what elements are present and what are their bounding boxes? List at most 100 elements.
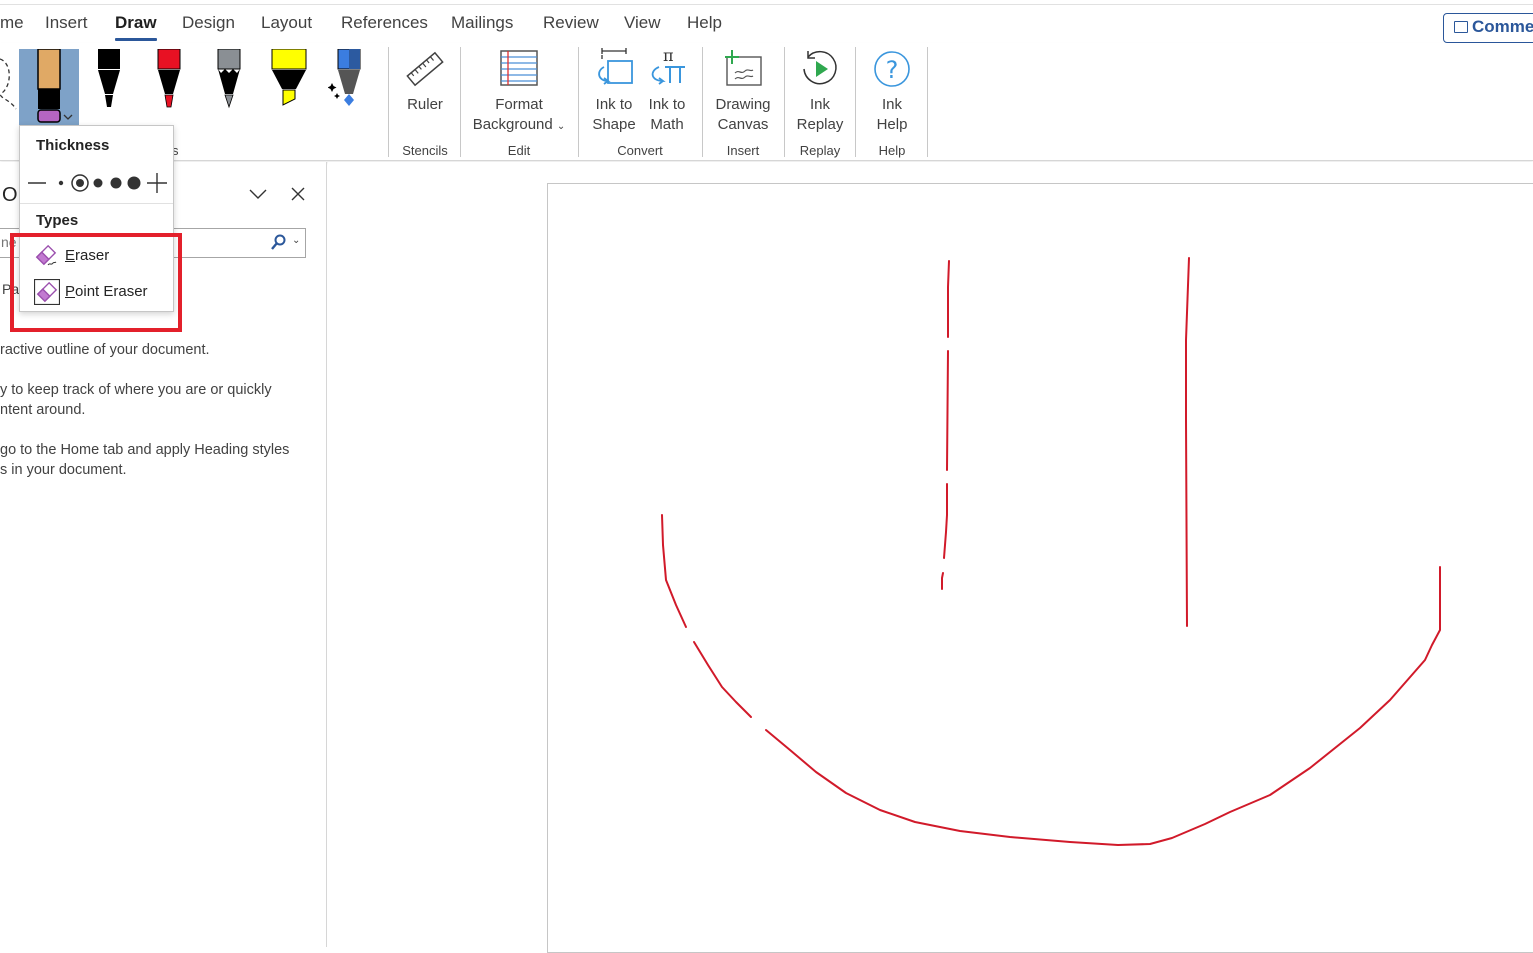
thickness-selector	[28, 173, 167, 193]
group-separator	[702, 47, 703, 157]
nav-tab-pages[interactable]: Pa	[2, 281, 19, 297]
tab-references[interactable]: References	[341, 13, 428, 33]
comments-label: Comme	[1472, 17, 1533, 36]
ink-replay-button[interactable]: Ink Replay	[792, 47, 848, 135]
tab-home[interactable]: me	[0, 13, 24, 33]
chevron-down-icon[interactable]: ⌄	[292, 235, 300, 246]
search-icon[interactable]	[271, 234, 287, 250]
label-rest: raser	[75, 247, 110, 264]
ink-to-shape-label-2: Shape	[592, 116, 636, 133]
tab-mailings[interactable]: Mailings	[451, 13, 513, 33]
point-eraser-label: Point Eraser	[65, 283, 148, 300]
ink-to-math-label-1: Ink to	[648, 96, 686, 113]
stroke-eraser-label: Eraser	[65, 247, 109, 264]
drawing-canvas-label-1: Drawing	[715, 96, 771, 113]
svg-text:?: ?	[886, 56, 899, 84]
ink-to-math-button[interactable]: π Ink to Math	[642, 47, 692, 135]
ink-to-math-label-2: Math	[650, 116, 684, 133]
tab-design[interactable]: Design	[182, 13, 235, 33]
tab-insert[interactable]: Insert	[45, 13, 88, 33]
nav-help-line: y to keep track of where you are or quic…	[0, 382, 272, 398]
group-separator	[784, 47, 785, 157]
convert-group-label: Convert	[617, 143, 663, 158]
lasso-select-icon[interactable]	[0, 53, 20, 123]
drawing-canvas-icon	[725, 50, 762, 86]
search-placeholder: ne	[1, 234, 17, 250]
chevron-down-icon[interactable]	[248, 186, 268, 202]
drawing-canvas-button[interactable]: Drawing Canvas	[710, 47, 776, 135]
format-background-label-1: Format	[495, 96, 543, 113]
highlighter-icon	[271, 48, 307, 106]
thickness-option-1[interactable]	[58, 180, 64, 186]
ink-help-icon: ?	[874, 51, 910, 87]
point-eraser-option[interactable]: Point Eraser	[32, 277, 167, 307]
ink-replay-icon	[803, 50, 837, 85]
tab-view[interactable]: View	[624, 13, 661, 33]
highlighter-yellow[interactable]	[269, 48, 309, 109]
group-separator	[855, 47, 856, 157]
popup-divider	[20, 203, 173, 204]
thickness-option-4[interactable]	[110, 177, 122, 189]
pen-red[interactable]	[149, 48, 189, 109]
nav-help-line: ntent around.	[0, 402, 86, 418]
label-rest: oint Eraser	[75, 283, 148, 300]
thickness-heading: Thickness	[36, 137, 110, 154]
chevron-down-icon: ⌄	[556, 121, 566, 132]
ink-to-math-icon: π	[651, 47, 685, 85]
stencils-group-label: Stencils	[402, 143, 448, 158]
nav-help-line: s in your document.	[0, 462, 127, 478]
accelerator-key: P	[65, 283, 76, 300]
replay-group-label: Replay	[799, 143, 841, 158]
document-page[interactable]	[547, 183, 1533, 953]
ink-to-shape-button[interactable]: Ink to Shape	[588, 47, 640, 135]
pen-icon	[157, 48, 181, 108]
group-separator	[460, 47, 461, 157]
insert-group-label: Insert	[726, 143, 760, 158]
pen-eraser-selected[interactable]	[19, 48, 79, 127]
group-separator	[927, 47, 928, 157]
types-heading: Types	[36, 212, 79, 229]
comment-icon	[1454, 21, 1468, 33]
thickness-option-3[interactable]	[93, 178, 103, 188]
nav-help-text-1: ractive outline of your document.	[0, 340, 210, 360]
increase-thickness-button[interactable]	[147, 173, 167, 193]
nav-pane-title: O	[2, 184, 18, 206]
close-icon[interactable]	[290, 186, 306, 202]
ruler-button[interactable]: Ruler	[400, 47, 450, 115]
ruler-label: Ruler	[407, 96, 443, 113]
comments-button[interactable]: Comme	[1443, 13, 1533, 43]
pen-galaxy[interactable]	[327, 48, 368, 109]
ink-replay-label-2: Replay	[796, 116, 844, 133]
pen-icon	[98, 49, 120, 107]
stroke-eraser-option[interactable]: Eraser	[32, 241, 167, 271]
point-eraser-icon	[34, 279, 60, 305]
group-separator	[578, 47, 579, 157]
edit-group-label: Edit	[507, 143, 531, 158]
svg-text:π: π	[663, 47, 674, 65]
eraser-pen-icon	[37, 48, 73, 123]
tab-layout[interactable]: Layout	[261, 13, 312, 33]
nav-help-line: go to the Home tab and apply Heading sty…	[0, 442, 290, 458]
pen-black[interactable]	[89, 49, 129, 109]
eraser-options-popup: Thickness Types Eraser Point Eraser	[19, 125, 174, 312]
ruler-icon	[406, 51, 444, 87]
nav-help-text-2: y to keep track of where you are or quic…	[0, 380, 272, 420]
ink-to-shape-icon	[598, 48, 633, 85]
tab-review[interactable]: Review	[543, 13, 599, 33]
drawing-canvas-label-2: Canvas	[717, 116, 769, 133]
ink-help-label-2: Help	[876, 116, 908, 133]
help-group-label: Help	[878, 143, 906, 158]
stroke-eraser-icon	[35, 244, 57, 266]
tab-help[interactable]: Help	[687, 13, 722, 33]
ink-help-button[interactable]: ? Ink Help	[864, 47, 920, 135]
format-background-button[interactable]: Format Background ⌄	[468, 47, 570, 137]
format-background-label-2-text: Background	[472, 116, 553, 133]
thickness-option-5[interactable]	[127, 176, 141, 190]
tab-draw[interactable]: Draw	[115, 13, 157, 41]
ribbon-tabs: me Insert Draw Design Layout References …	[0, 5, 1533, 43]
galaxy-pen-icon	[327, 48, 361, 106]
ink-replay-label-1: Ink	[809, 96, 830, 113]
ink-help-label-1: Ink	[881, 96, 902, 113]
accelerator-key: E	[65, 247, 76, 264]
pencil-gray[interactable]	[209, 48, 249, 109]
